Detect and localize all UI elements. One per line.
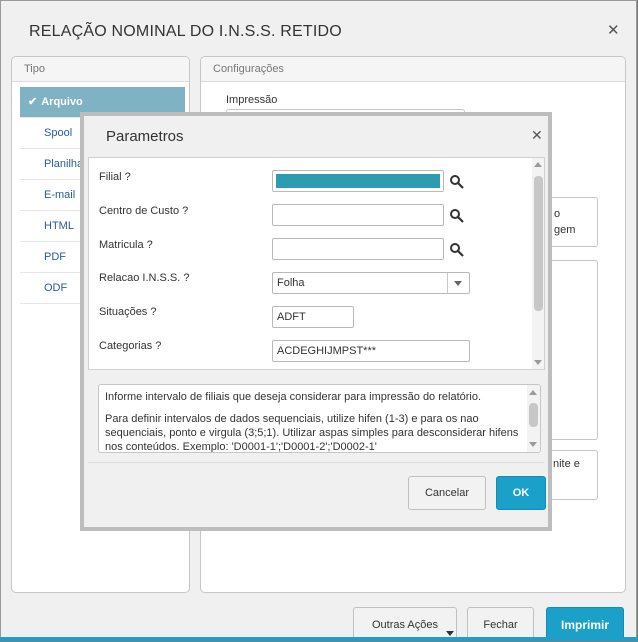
impressao-label: Impressão [226,94,278,106]
ok-label: OK [512,487,530,499]
outras-acoes-button[interactable]: Outras Ações [353,607,457,641]
scroll-up-icon[interactable] [529,390,537,395]
form-scrollbar[interactable] [532,158,544,369]
relacao-inss-label: Relacao I.N.S.S. ? [99,272,190,284]
chevron-down-icon[interactable] [447,273,469,293]
search-icon[interactable] [449,174,465,190]
categorias-input[interactable]: ACDEGHIJMPST*** [272,340,470,362]
dialog-title: Parametros [106,128,184,145]
ok-button[interactable]: OK [496,476,546,510]
help-text-area: Informe intervalo de filiais que deseja … [98,384,541,453]
cancelar-button[interactable]: Cancelar [408,476,486,510]
categorias-label: Categorias ? [99,340,162,352]
check-icon: ✔ [28,96,38,108]
help-text: Informe intervalo de filiais que deseja … [105,390,521,453]
fechar-button[interactable]: Fechar [467,607,534,641]
parametros-dialog: Parametros ✕ Filial ? Centro de Custo ? … [80,112,552,531]
tipo-header: Tipo [12,57,189,82]
tipo-item-label: Spool [44,127,73,139]
config-option-text-1a: o [554,208,561,220]
close-icon[interactable]: ✕ [531,127,543,144]
chevron-down-icon [446,631,454,636]
fechar-label: Fechar [483,619,518,631]
parameters-form: Filial ? Centro de Custo ? Matricula ? R… [88,157,545,370]
config-option-text-2: nite e [553,458,580,470]
outras-acoes-label: Outras Ações [371,619,439,631]
tipo-item-label: Planilha [44,158,84,170]
help-scrollbar[interactable] [527,385,540,452]
relacao-inss-select[interactable]: Folha [272,272,470,294]
imprimir-label: Imprimir [560,618,609,632]
window-title: RELAÇÃO NOMINAL DO I.N.S.S. RETIDO [29,23,342,40]
centro-custo-label: Centro de Custo ? [99,205,189,217]
situacoes-label: Situações ? [99,306,157,318]
config-list-box [546,260,598,440]
matricula-input[interactable] [272,238,444,260]
categorias-value: ACDEGHIJMPST*** [277,345,377,357]
tipo-item-label: HTML [44,220,74,232]
matricula-label: Matricula ? [99,239,153,251]
scroll-down-icon[interactable] [534,360,542,365]
config-header: Configurações [201,57,625,82]
scrollbar-thumb[interactable] [534,176,543,311]
scrollbar-thumb[interactable] [529,403,538,427]
help-text-line-1: Informe intervalo de filiais que deseja … [105,391,482,403]
config-option-text-1b: gem [554,224,576,236]
filial-input[interactable] [272,170,444,192]
tipo-item-label: PDF [44,251,66,263]
help-text-line-2: Para definir intervalos de dados sequenc… [105,413,519,453]
centro-custo-input[interactable] [272,204,444,226]
tipo-item-label: Arquivo [41,96,83,108]
scroll-down-icon[interactable] [529,442,537,447]
search-icon[interactable] [449,242,465,258]
filial-label: Filial ? [99,171,131,183]
situacoes-input[interactable]: ADFT [272,306,354,328]
tipo-item-label: E-mail [44,189,76,201]
dialog-footer-divider [88,462,544,463]
bottom-accent-bar [0,637,638,641]
tipo-item-label: ODF [44,282,68,294]
imprimir-button[interactable]: Imprimir [546,607,624,641]
filial-value-highlight [276,174,440,188]
relacao-inss-value: Folha [277,277,305,289]
scroll-up-icon[interactable] [534,162,542,167]
search-icon[interactable] [449,208,465,224]
config-option-box-1[interactable] [546,197,598,247]
situacoes-value: ADFT [277,311,306,323]
cancelar-label: Cancelar [424,487,470,499]
close-icon[interactable]: ✕ [607,21,620,39]
